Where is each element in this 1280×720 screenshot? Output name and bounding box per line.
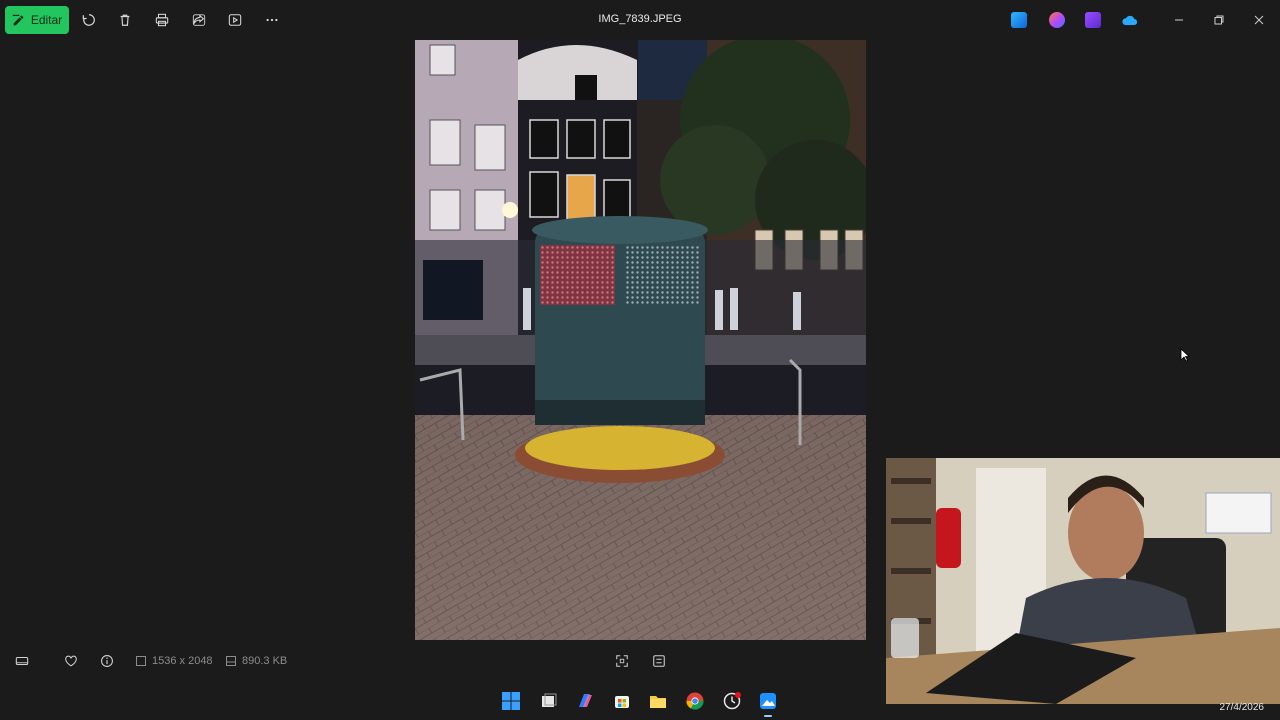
clipchamp-app-icon[interactable] (1085, 12, 1101, 28)
photos-active-indicator (764, 715, 772, 717)
file-size-text: 890.3 KB (242, 655, 288, 667)
edit-button[interactable]: Editar (5, 6, 69, 34)
dimensions-info: 1536 x 2048 (136, 655, 213, 667)
delete-icon[interactable] (115, 10, 135, 30)
main-photo (415, 40, 866, 640)
mouse-cursor-icon (1180, 348, 1190, 362)
fit-view-icon[interactable] (650, 653, 668, 669)
photos-icon[interactable] (758, 691, 778, 711)
chrome-icon[interactable] (685, 691, 705, 711)
print-icon[interactable] (152, 10, 172, 30)
image-icon (136, 656, 146, 666)
more-icon[interactable] (262, 10, 282, 30)
webcam-video (886, 458, 1280, 704)
slideshow-icon[interactable] (225, 10, 245, 30)
photo-canvas (415, 40, 866, 640)
dimensions-text: 1536 x 2048 (152, 655, 213, 667)
store-icon[interactable] (612, 691, 632, 711)
title-bar: Editar IMG_7839.JPEG (0, 0, 1280, 40)
file-explorer-icon[interactable] (648, 691, 668, 711)
storage-icon (226, 656, 236, 666)
share-icon[interactable] (189, 10, 209, 30)
file-size-info: 890.3 KB (226, 655, 287, 667)
filmstrip-icon[interactable] (13, 653, 31, 669)
restore-button[interactable] (1209, 10, 1229, 30)
taskbar-clock: 27/4/2026 (1219, 702, 1265, 713)
favorite-icon[interactable] (62, 653, 80, 669)
copilot-icon[interactable] (575, 691, 595, 711)
rotate-icon[interactable] (79, 10, 99, 30)
task-view-icon[interactable] (539, 691, 559, 711)
edit-button-label: Editar (30, 13, 63, 27)
minimize-button[interactable] (1169, 10, 1189, 30)
close-button[interactable] (1249, 10, 1269, 30)
edit-icon (12, 14, 24, 25)
fullscreen-icon[interactable] (613, 653, 631, 669)
copilot-app-icon[interactable] (1049, 12, 1065, 28)
info-icon[interactable] (98, 653, 116, 669)
clock-app-icon[interactable] (722, 691, 742, 711)
start-icon[interactable] (501, 691, 521, 711)
photos-app-icon[interactable] (1011, 12, 1027, 28)
webcam-overlay (886, 458, 1280, 704)
onedrive-app-icon[interactable] (1121, 12, 1138, 28)
photo-info-bar: 1536 x 2048 890.3 KB (0, 645, 880, 677)
